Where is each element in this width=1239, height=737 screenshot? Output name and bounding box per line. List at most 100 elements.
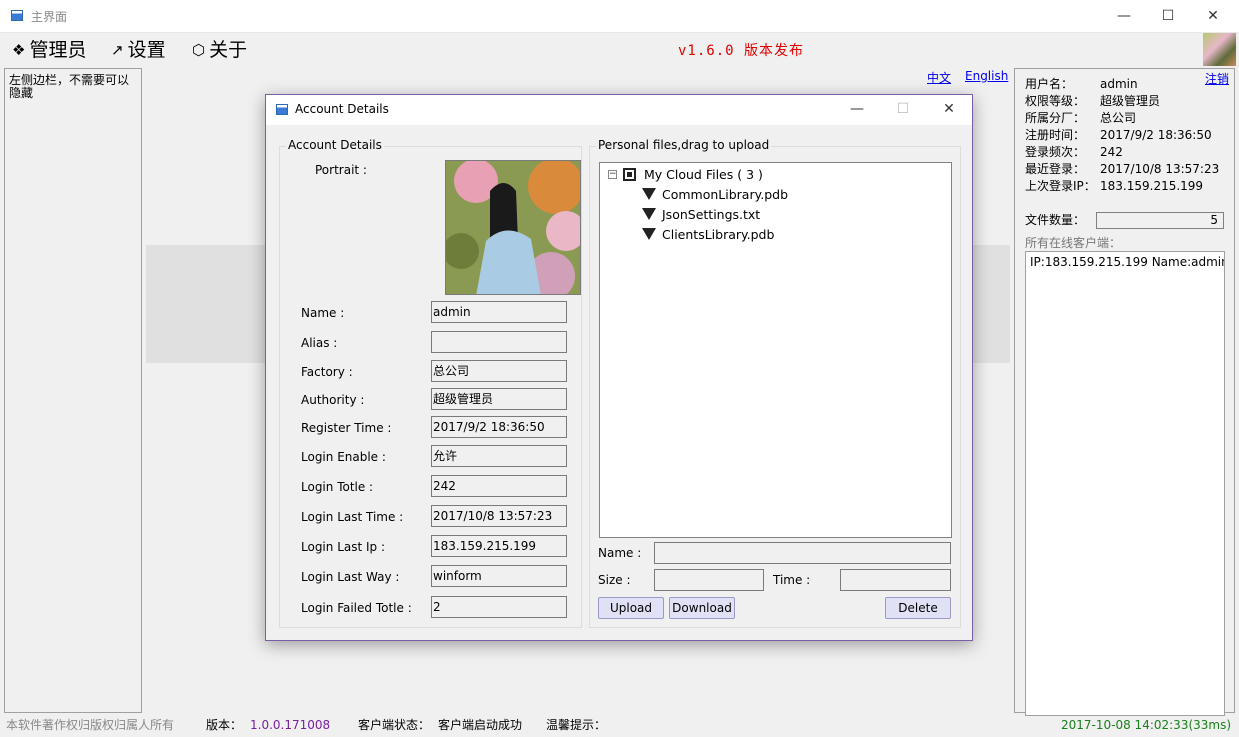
list-item[interactable]: IP:183.159.215.199 Name:admin ( bbox=[1030, 255, 1224, 269]
login-total-label: Login Totle : bbox=[301, 480, 374, 494]
client-state-label: 客户端状态： bbox=[358, 718, 431, 732]
info-row: 注册时间： 2017/9/2 18:36:50 bbox=[1025, 128, 1212, 142]
account-details-dialog: Account Details — ☐ ✕ Account Details Po… bbox=[265, 94, 973, 641]
login-last-way-label: Login Last Way : bbox=[301, 570, 400, 584]
login-total-field[interactable]: 242 bbox=[431, 475, 567, 497]
folder-icon bbox=[623, 167, 636, 181]
tip-label: 温馨提示： bbox=[546, 718, 607, 732]
status-timestamp: 2017-10-08 14:02:33(33ms) bbox=[1061, 718, 1232, 732]
login-last-time-field[interactable]: 2017/10/8 13:57:23 bbox=[431, 505, 567, 527]
portrait-image[interactable] bbox=[445, 160, 581, 295]
file-time-field[interactable] bbox=[840, 569, 951, 591]
info-row: 权限等级： 超级管理员 bbox=[1025, 94, 1161, 108]
users-icon: ❖ bbox=[12, 41, 26, 59]
file-icon bbox=[642, 188, 656, 200]
login-last-time-label: Login Last Time : bbox=[301, 510, 404, 524]
file-time-label: Time : bbox=[773, 573, 811, 587]
maximize-button[interactable]: ☐ bbox=[1145, 0, 1191, 33]
window-title: 主界面 bbox=[31, 10, 68, 24]
info-row: 上次登录IP： 183.159.215.199 bbox=[1025, 179, 1204, 193]
lang-english-link[interactable]: English bbox=[965, 69, 1008, 83]
file-count-label: 文件数量： bbox=[1025, 213, 1086, 227]
left-sidebar: 左侧边栏，不需要可以隐藏 bbox=[4, 68, 142, 713]
client-state-value: 客户端启动成功 bbox=[438, 718, 523, 732]
login-enable-label: Login Enable : bbox=[301, 450, 386, 464]
download-button[interactable]: Download bbox=[669, 597, 735, 619]
file-tree[interactable]: − My Cloud Files ( 3 ) CommonLibrary.pdb… bbox=[599, 162, 952, 538]
login-failed-total-label: Login Failed Totle : bbox=[301, 601, 412, 615]
upload-button[interactable]: Upload bbox=[598, 597, 664, 619]
authority-field[interactable]: 超级管理员 bbox=[431, 388, 567, 410]
file-name-label: Name : bbox=[598, 546, 642, 560]
menu-about[interactable]: ⬡ 关于 bbox=[192, 36, 247, 64]
file-icon bbox=[642, 208, 656, 220]
tree-file-item[interactable]: CommonLibrary.pdb bbox=[642, 185, 788, 203]
tree-file-label: ClientsLibrary.pdb bbox=[662, 226, 775, 242]
close-button[interactable]: ✕ bbox=[1190, 0, 1236, 33]
info-row: 登录频次： 242 bbox=[1025, 145, 1123, 159]
dialog-close-button[interactable]: ✕ bbox=[926, 95, 972, 125]
register-time-field[interactable]: 2017/9/2 18:36:50 bbox=[431, 416, 567, 438]
file-size-label: Size : bbox=[598, 573, 631, 587]
sidebar-text: 左侧边栏，不需要可以隐藏 bbox=[9, 73, 130, 100]
file-count-value: 5 bbox=[1096, 212, 1224, 229]
dialog-titlebar: Account Details — ☐ ✕ bbox=[266, 95, 972, 125]
file-icon bbox=[642, 228, 656, 240]
tree-root[interactable]: − My Cloud Files ( 3 ) bbox=[608, 165, 763, 183]
menu-about-label: 关于 bbox=[209, 39, 248, 61]
menu-bar: ❖ 管理员 ↗ 设置 ⬡ 关于 bbox=[0, 33, 1200, 67]
arrow-icon: ↗ bbox=[111, 41, 124, 59]
portrait-label: Portrait : bbox=[315, 163, 367, 177]
status-bar: 本软件著作权归版权归属人所有 版本： 1.0.0.171008 客户端状态： 客… bbox=[0, 713, 1239, 737]
tree-file-label: CommonLibrary.pdb bbox=[662, 186, 789, 202]
register-time-label: Register Time : bbox=[301, 421, 392, 435]
version-label: 版本： bbox=[206, 718, 243, 732]
menu-admin-label: 管理员 bbox=[29, 39, 87, 61]
menu-admin[interactable]: ❖ 管理员 bbox=[12, 36, 86, 64]
authority-label: Authority : bbox=[301, 393, 365, 407]
dialog-minimize-button[interactable]: — bbox=[834, 95, 880, 125]
name-field[interactable]: admin bbox=[431, 301, 567, 323]
info-row: 所属分厂： 总公司 bbox=[1025, 111, 1137, 125]
logout-link[interactable]: 注销 bbox=[1205, 70, 1229, 87]
file-name-field[interactable] bbox=[654, 542, 951, 564]
dialog-app-icon bbox=[276, 104, 288, 115]
menu-settings-label: 设置 bbox=[127, 39, 166, 61]
lang-chinese-link[interactable]: 中文 bbox=[927, 69, 951, 86]
files-group-title: Personal files,drag to upload bbox=[596, 138, 772, 152]
online-clients-list[interactable]: IP:183.159.215.199 Name:admin ( bbox=[1025, 251, 1225, 716]
main-titlebar: 主界面 — ☐ ✕ bbox=[0, 0, 1239, 33]
online-clients-label: 所有在线客户端： bbox=[1025, 236, 1122, 250]
tree-file-item[interactable]: ClientsLibrary.pdb bbox=[642, 225, 774, 243]
tree-root-label: My Cloud Files ( 3 ) bbox=[644, 166, 763, 182]
login-failed-total-field[interactable]: 2 bbox=[431, 596, 567, 618]
login-last-way-field[interactable]: winform bbox=[431, 565, 567, 587]
account-group-title: Account Details bbox=[286, 138, 384, 152]
minimize-button[interactable]: — bbox=[1101, 0, 1147, 33]
dialog-maximize-button[interactable]: ☐ bbox=[880, 95, 926, 125]
alias-field[interactable] bbox=[431, 331, 567, 353]
delete-button[interactable]: Delete bbox=[885, 597, 951, 619]
portrait-photo bbox=[446, 161, 580, 294]
file-size-field[interactable] bbox=[654, 569, 764, 591]
name-label: Name : bbox=[301, 306, 345, 320]
login-last-ip-field[interactable]: 183.159.215.199 bbox=[431, 535, 567, 557]
version-value: 1.0.0.171008 bbox=[250, 718, 331, 732]
menu-settings[interactable]: ↗ 设置 bbox=[111, 36, 166, 64]
alias-label: Alias : bbox=[301, 336, 338, 350]
factory-label: Factory : bbox=[301, 365, 353, 379]
tree-file-item[interactable]: JsonSettings.txt bbox=[642, 205, 760, 223]
cube-icon: ⬡ bbox=[192, 41, 206, 59]
collapse-icon[interactable]: − bbox=[608, 169, 617, 179]
login-enable-field[interactable]: 允许 bbox=[431, 445, 567, 467]
user-info-panel: 注销 用户名： admin 权限等级： 超级管理员 所属分厂： 总公司 注册时间： 20… bbox=[1014, 68, 1235, 716]
info-row: 用户名： admin bbox=[1025, 77, 1138, 91]
copyright-text: 本软件著作权归版权归属人所有 bbox=[6, 718, 175, 732]
factory-field[interactable]: 总公司 bbox=[431, 360, 567, 382]
app-icon bbox=[11, 10, 23, 21]
info-row: 最近登录： 2017/10/8 13:57:23 bbox=[1025, 162, 1220, 176]
user-avatar[interactable] bbox=[1203, 33, 1236, 66]
login-last-ip-label: Login Last Ip : bbox=[301, 540, 386, 554]
tree-file-label: JsonSettings.txt bbox=[662, 206, 761, 222]
dialog-title: Account Details bbox=[295, 102, 389, 116]
